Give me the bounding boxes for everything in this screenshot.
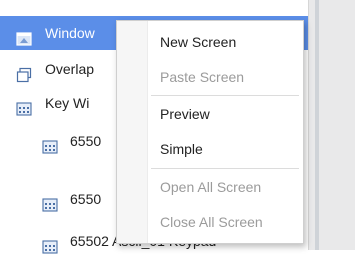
menu-item-label: Preview	[160, 106, 210, 122]
menu-item-new-screen[interactable]: New Screen	[147, 25, 303, 59]
overlap-icon	[16, 61, 32, 83]
menu-item-close-all-screen[interactable]: Close All Screen	[147, 205, 303, 239]
tree-item-label: 6550	[70, 133, 102, 149]
menu-item-simple[interactable]: Simple	[147, 132, 303, 166]
menu-separator	[151, 95, 299, 96]
keypad-icon	[42, 133, 58, 154]
menu-item-open-all-screen[interactable]: Open All Screen	[147, 170, 303, 204]
menu-item-label: Paste Screen	[160, 69, 245, 85]
menu-item-label: Simple	[160, 141, 203, 157]
tree-item-label: Overlap	[45, 61, 95, 77]
menu-item-label: Open All Screen	[160, 179, 262, 195]
context-menu: New Screen Paste Screen Preview Simple O…	[116, 20, 304, 244]
tree-item-label: Key Wi	[45, 95, 90, 111]
panel-scrollbar[interactable]	[308, 0, 355, 250]
scrollbar-track	[315, 0, 319, 250]
menu-separator	[151, 168, 299, 169]
menu-item-label: New Screen	[160, 34, 237, 50]
keypad-icon	[16, 95, 32, 116]
menu-item-paste-screen[interactable]: Paste Screen	[147, 60, 303, 94]
window-icon	[16, 25, 32, 46]
menu-item-label: Close All Screen	[160, 214, 263, 230]
menu-item-preview[interactable]: Preview	[147, 97, 303, 131]
tree-item-label: 6550	[70, 191, 102, 207]
menu-icon-gutter	[117, 21, 148, 243]
keypad-icon	[42, 191, 58, 212]
keypad-icon	[42, 233, 58, 254]
tree-item-label: Window	[45, 25, 95, 41]
